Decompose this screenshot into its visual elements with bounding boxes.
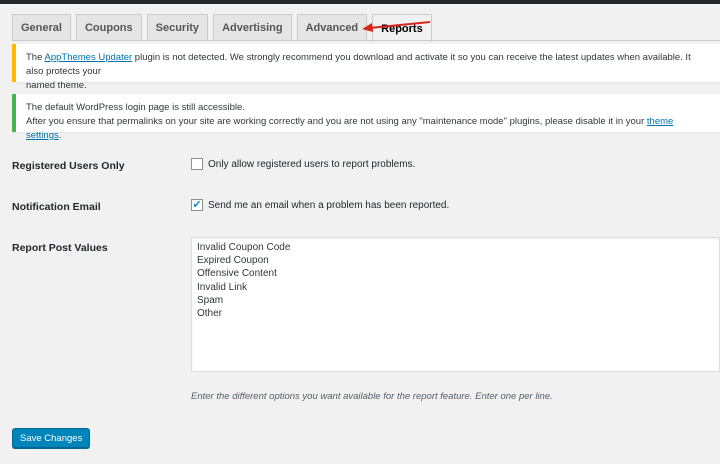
registered-only-text: Only allow registered users to report pr…	[208, 158, 416, 170]
registered-only-field: Only allow registered users to report pr…	[191, 158, 415, 170]
notification-email-text: Send me an email when a problem has been…	[208, 199, 450, 211]
updater-warning-line1: The AppThemes Updater plugin is not dete…	[26, 52, 691, 77]
report-value-line: Other	[197, 308, 223, 320]
report-value-line: Spam	[197, 294, 224, 306]
admin-top-bar	[0, 0, 720, 4]
registered-only-checkbox[interactable]	[191, 158, 203, 170]
notification-email-field: ✔ Send me an email when a problem has be…	[191, 199, 449, 211]
tab-advertising[interactable]: Advertising	[213, 14, 292, 41]
registered-only-label: Registered Users Only	[12, 160, 125, 172]
report-value-line: Offensive Content	[197, 268, 277, 280]
save-changes-button[interactable]: Save Changes	[12, 428, 91, 448]
report-values-description: Enter the different options you want ava…	[191, 391, 553, 402]
report-values-textarea[interactable]: Invalid Coupon Code Expired Coupon Offen…	[191, 237, 720, 372]
tab-security[interactable]: Security	[146, 14, 209, 41]
red-arrow-annotation-icon	[362, 21, 431, 32]
updater-warning-notice: The AppThemes Updater plugin is not dete…	[12, 44, 720, 91]
report-value-line: Expired Coupon	[197, 255, 269, 267]
tab-divider	[12, 40, 720, 41]
checkmark-icon: ✔	[192, 198, 202, 211]
appthemes-updater-link[interactable]: AppThemes Updater	[45, 52, 133, 63]
tab-coupons[interactable]: Coupons	[75, 14, 142, 41]
tab-general[interactable]: General	[12, 14, 71, 41]
login-page-notice: The default WordPress login page is stil…	[12, 94, 720, 141]
report-value-line: Invalid Coupon Code	[197, 242, 291, 253]
notification-email-label: Notification Email	[12, 201, 101, 213]
report-value-line: Invalid Link	[197, 281, 248, 293]
login-notice-line2: After you ensure that permalinks on your…	[26, 116, 674, 141]
notification-email-checkbox[interactable]: ✔	[191, 199, 203, 211]
tab-advanced[interactable]: Advanced	[296, 14, 368, 41]
report-values-label: Report Post Values	[12, 242, 108, 254]
updater-warning-line2: named theme.	[26, 80, 87, 91]
login-notice-line1: The default WordPress login page is stil…	[26, 102, 245, 113]
